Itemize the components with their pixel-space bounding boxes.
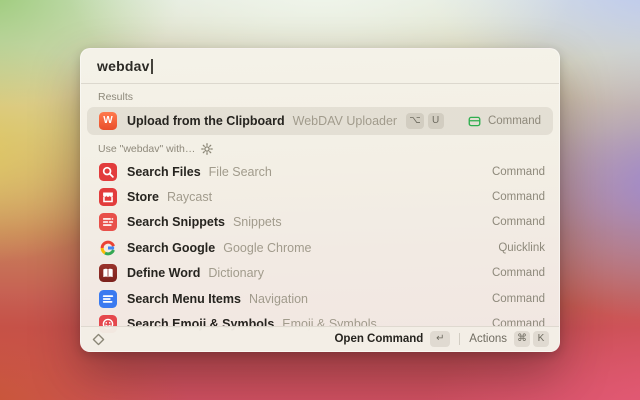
row-title: Define Word bbox=[127, 266, 200, 280]
results-section-label: Results bbox=[98, 91, 542, 103]
suggestion-row-search-google[interactable]: Search Google Google Chrome Quicklink bbox=[81, 235, 559, 260]
snippets-icon bbox=[99, 213, 117, 231]
actions-button[interactable]: Actions bbox=[469, 333, 507, 345]
text-caret bbox=[151, 59, 153, 74]
row-subtitle: Dictionary bbox=[208, 266, 264, 280]
command-card-icon bbox=[467, 114, 482, 129]
row-subtitle: Google Chrome bbox=[223, 241, 311, 255]
result-row-selected[interactable]: W Upload from the Clipboard WebDAV Uploa… bbox=[87, 107, 553, 135]
row-title: Search Snippets bbox=[127, 215, 225, 229]
webdav-uploader-icon: W bbox=[99, 112, 117, 130]
row-type: Quicklink bbox=[498, 242, 545, 254]
file-search-icon bbox=[99, 163, 117, 181]
google-icon bbox=[99, 239, 117, 257]
search-input[interactable]: webdav bbox=[97, 58, 150, 74]
navigation-icon bbox=[99, 290, 117, 308]
row-subtitle: File Search bbox=[209, 165, 272, 179]
suggestion-row-define-word[interactable]: Define Word Dictionary Command bbox=[81, 261, 559, 286]
divider bbox=[81, 83, 559, 84]
shortcut-keys: ⌥ U bbox=[406, 113, 444, 129]
action-bar: Open Command ↵ Actions ⌘ K bbox=[81, 326, 559, 351]
row-title: Search Menu Items bbox=[127, 292, 241, 306]
row-type: Command bbox=[492, 267, 545, 279]
row-subtitle: Navigation bbox=[249, 292, 308, 306]
command-keycap: ⌘ bbox=[514, 331, 530, 347]
result-subtitle: WebDAV Uploader bbox=[293, 114, 397, 128]
gear-icon[interactable] bbox=[201, 143, 213, 155]
option-keycap: ⌥ bbox=[406, 113, 424, 129]
footer-divider bbox=[459, 333, 460, 345]
suggestion-row-search-menu-items[interactable]: Search Menu Items Navigation Command bbox=[81, 286, 559, 311]
row-title: Search Google bbox=[127, 241, 215, 255]
dictionary-icon bbox=[99, 264, 117, 282]
search-bar[interactable]: webdav bbox=[81, 49, 559, 83]
row-type: Command bbox=[492, 191, 545, 203]
return-keycap: ↵ bbox=[430, 331, 450, 347]
row-title: Store bbox=[127, 190, 159, 204]
row-subtitle: Snippets bbox=[233, 215, 282, 229]
suggestions-section-header: Use "webdav" with… bbox=[98, 143, 542, 155]
k-keycap: K bbox=[533, 331, 549, 347]
row-type: Command bbox=[492, 293, 545, 305]
suggestion-row-search-files[interactable]: Search Files File Search Command bbox=[81, 159, 559, 184]
result-title: Upload from the Clipboard bbox=[127, 114, 285, 128]
suggestions-section-label: Use "webdav" with… bbox=[98, 143, 195, 155]
u-keycap: U bbox=[428, 113, 444, 129]
suggestion-row-store[interactable]: Store Raycast Command bbox=[81, 184, 559, 209]
raycast-window: webdav Results W Upload from the Clipboa… bbox=[80, 48, 560, 352]
store-icon bbox=[99, 188, 117, 206]
row-type: Command bbox=[492, 166, 545, 178]
suggestion-row-search-snippets[interactable]: Search Snippets Snippets Command bbox=[81, 210, 559, 235]
row-title: Search Files bbox=[127, 165, 201, 179]
row-subtitle: Raycast bbox=[167, 190, 212, 204]
row-type: Command bbox=[492, 216, 545, 228]
result-type: Command bbox=[488, 115, 541, 127]
open-command-button[interactable]: Open Command bbox=[334, 333, 423, 345]
raycast-logo-icon bbox=[91, 332, 106, 347]
